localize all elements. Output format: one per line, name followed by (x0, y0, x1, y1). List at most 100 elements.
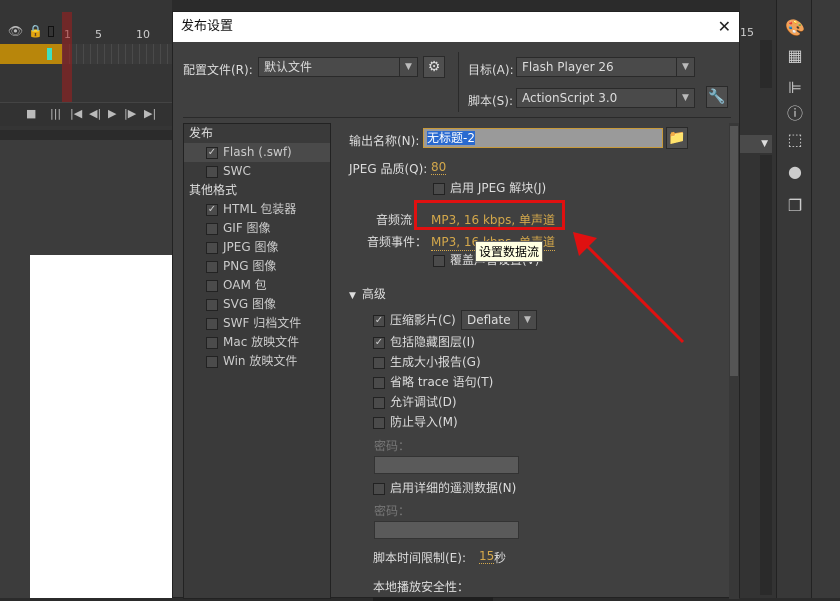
play-icon[interactable]: ▶ (108, 107, 116, 120)
permit-debug-checkbox[interactable]: 允许调试(D) (373, 393, 457, 411)
dialog-title-bar: 发布设置 ✕ (173, 12, 739, 42)
protect-import-checkbox[interactable]: 防止导入(M) (373, 413, 458, 431)
jpeg-quality-value[interactable]: 80 (431, 160, 447, 175)
checkbox-icon (373, 356, 385, 369)
format-label: Mac 放映文件 (223, 335, 300, 349)
profile-value: 默认文件 (264, 60, 313, 74)
transform-icon[interactable]: ⬚ (777, 126, 813, 154)
size-report-checkbox[interactable]: 生成大小报告(G) (373, 353, 481, 371)
format-item[interactable]: ✓ HTML 包装器 (184, 200, 330, 219)
divider (458, 52, 459, 112)
dialog-scrollbar[interactable] (729, 123, 739, 599)
compress-label: 压缩影片(C) (390, 313, 456, 327)
format-item[interactable]: PNG 图像 (184, 257, 330, 276)
script-time-label: 脚本时间限制(E): (373, 551, 466, 565)
chevron-down-icon: ▼ (676, 58, 694, 76)
telemetry-label: 启用详细的遥测数据(N) (390, 481, 517, 495)
palette-icon[interactable]: 🎨 (777, 14, 813, 42)
checkbox-icon (373, 396, 385, 409)
format-label: PNG 图像 (223, 259, 277, 273)
format-item[interactable]: Win 放映文件 (184, 352, 330, 371)
prev-frame-icon[interactable]: ◀| (89, 107, 101, 120)
triangle-down-icon: ▼ (349, 291, 356, 301)
ruler-label: 10 (136, 28, 150, 41)
stage-scrollbar[interactable] (760, 155, 772, 595)
dropdown-arrow-icon[interactable]: ▼ (740, 135, 772, 153)
script-select[interactable]: ActionScript 3.0 ▼ (516, 88, 695, 108)
divider (183, 117, 731, 118)
align-icon[interactable]: ⊫ (777, 74, 813, 102)
gear-icon[interactable]: ⚙ (423, 56, 445, 78)
format-item[interactable]: ✓ Flash (.swf) (184, 143, 330, 162)
chevron-down-icon: ▼ (518, 311, 536, 329)
timeline-scrollbar[interactable] (760, 40, 772, 88)
last-frame-icon[interactable]: ▶| (144, 107, 156, 120)
telemetry-password-label: 密码： (374, 504, 411, 518)
format-item[interactable]: OAM 包 (184, 276, 330, 295)
info-icon[interactable]: ⓘ (777, 100, 813, 128)
grid-icon[interactable]: ▦ (777, 42, 813, 70)
format-item[interactable]: SWC (184, 162, 330, 181)
output-name-input[interactable]: 无标题-2 (423, 128, 663, 148)
lock-icon[interactable]: 🔒 (28, 24, 43, 38)
compress-checkbox[interactable]: ✓ 压缩影片(C) (373, 311, 456, 329)
include-hidden-label: 包括隐藏图层(I) (390, 335, 475, 349)
format-label: Win 放映文件 (223, 354, 298, 368)
password-label: 密码： (374, 439, 411, 453)
target-select[interactable]: Flash Player 26 ▼ (516, 57, 695, 77)
telemetry-password-input[interactable] (374, 521, 519, 539)
components-icon[interactable]: ● (777, 158, 813, 186)
layer-row[interactable] (0, 44, 62, 64)
jpeg-deblock-label: 启用 JPEG 解块(J) (450, 181, 547, 195)
outline-icon[interactable] (48, 26, 54, 37)
checkbox-icon: ✓ (373, 314, 385, 327)
omit-trace-checkbox[interactable]: 省略 trace 语句(T) (373, 373, 493, 391)
format-group-header: 发布 (184, 124, 330, 143)
folder-icon[interactable]: 📁 (666, 127, 688, 149)
properties-panel (812, 0, 840, 598)
checkbox-icon (206, 279, 218, 292)
format-item[interactable]: GIF 图像 (184, 219, 330, 238)
dialog-title: 发布设置 (181, 19, 234, 34)
eye-icon[interactable]: 👁 (8, 24, 23, 38)
script-time-unit: 秒 (494, 551, 507, 565)
first-frame-icon[interactable]: |◀ (70, 107, 82, 120)
playhead[interactable] (62, 12, 72, 104)
checkbox-icon (206, 355, 218, 368)
checkbox-icon (433, 254, 445, 267)
format-label: Flash (.swf) (223, 145, 292, 159)
compress-value: Deflate (467, 313, 511, 327)
format-item[interactable]: JPEG 图像 (184, 238, 330, 257)
format-item[interactable]: Mac 放映文件 (184, 333, 330, 352)
script-time-value[interactable]: 15 (479, 549, 495, 564)
publish-settings-dialog: 发布设置 ✕ 配置文件(R): 默认文件 ▼ ⚙ 目标(A): Flash Pla… (172, 11, 740, 601)
password-input[interactable] (374, 456, 519, 474)
checkbox-icon (373, 416, 385, 429)
format-item[interactable]: SVG 图像 (184, 295, 330, 314)
format-item[interactable]: SWF 归档文件 (184, 314, 330, 333)
jpeg-deblock-checkbox[interactable]: 启用 JPEG 解块(J) (433, 179, 546, 197)
script-label: 脚本(S): (468, 94, 514, 108)
include-hidden-checkbox[interactable]: ✓ 包括隐藏图层(I) (373, 333, 475, 351)
profile-select[interactable]: 默认文件 ▼ (258, 57, 418, 77)
advanced-toggle[interactable]: ▼ 高级 (349, 285, 386, 303)
compress-select[interactable]: Deflate ▼ (461, 310, 537, 330)
close-icon[interactable]: ✕ (718, 12, 731, 42)
checkbox-icon (206, 222, 218, 235)
tooltip: 设置数据流 (475, 241, 544, 262)
checkbox-icon (373, 376, 385, 389)
highlight-box (414, 200, 565, 230)
library-icon[interactable]: ❐ (777, 192, 813, 220)
profile-label: 配置文件(R): (183, 63, 253, 77)
jpeg-quality-label: JPEG 品质(Q): (349, 162, 428, 176)
wrench-icon[interactable]: 🔧 (706, 86, 728, 108)
stage-canvas[interactable] (30, 255, 172, 598)
frame-strip[interactable] (62, 44, 172, 64)
format-label: 发布 (189, 126, 214, 140)
format-label: OAM 包 (223, 278, 267, 292)
camera-icon[interactable]: ■ (26, 107, 36, 120)
next-frame-icon[interactable]: |▶ (124, 107, 136, 120)
layers-icon[interactable]: ||| (50, 107, 61, 120)
telemetry-checkbox[interactable]: 启用详细的遥测数据(N) (373, 479, 516, 497)
checkbox-icon (206, 241, 218, 254)
